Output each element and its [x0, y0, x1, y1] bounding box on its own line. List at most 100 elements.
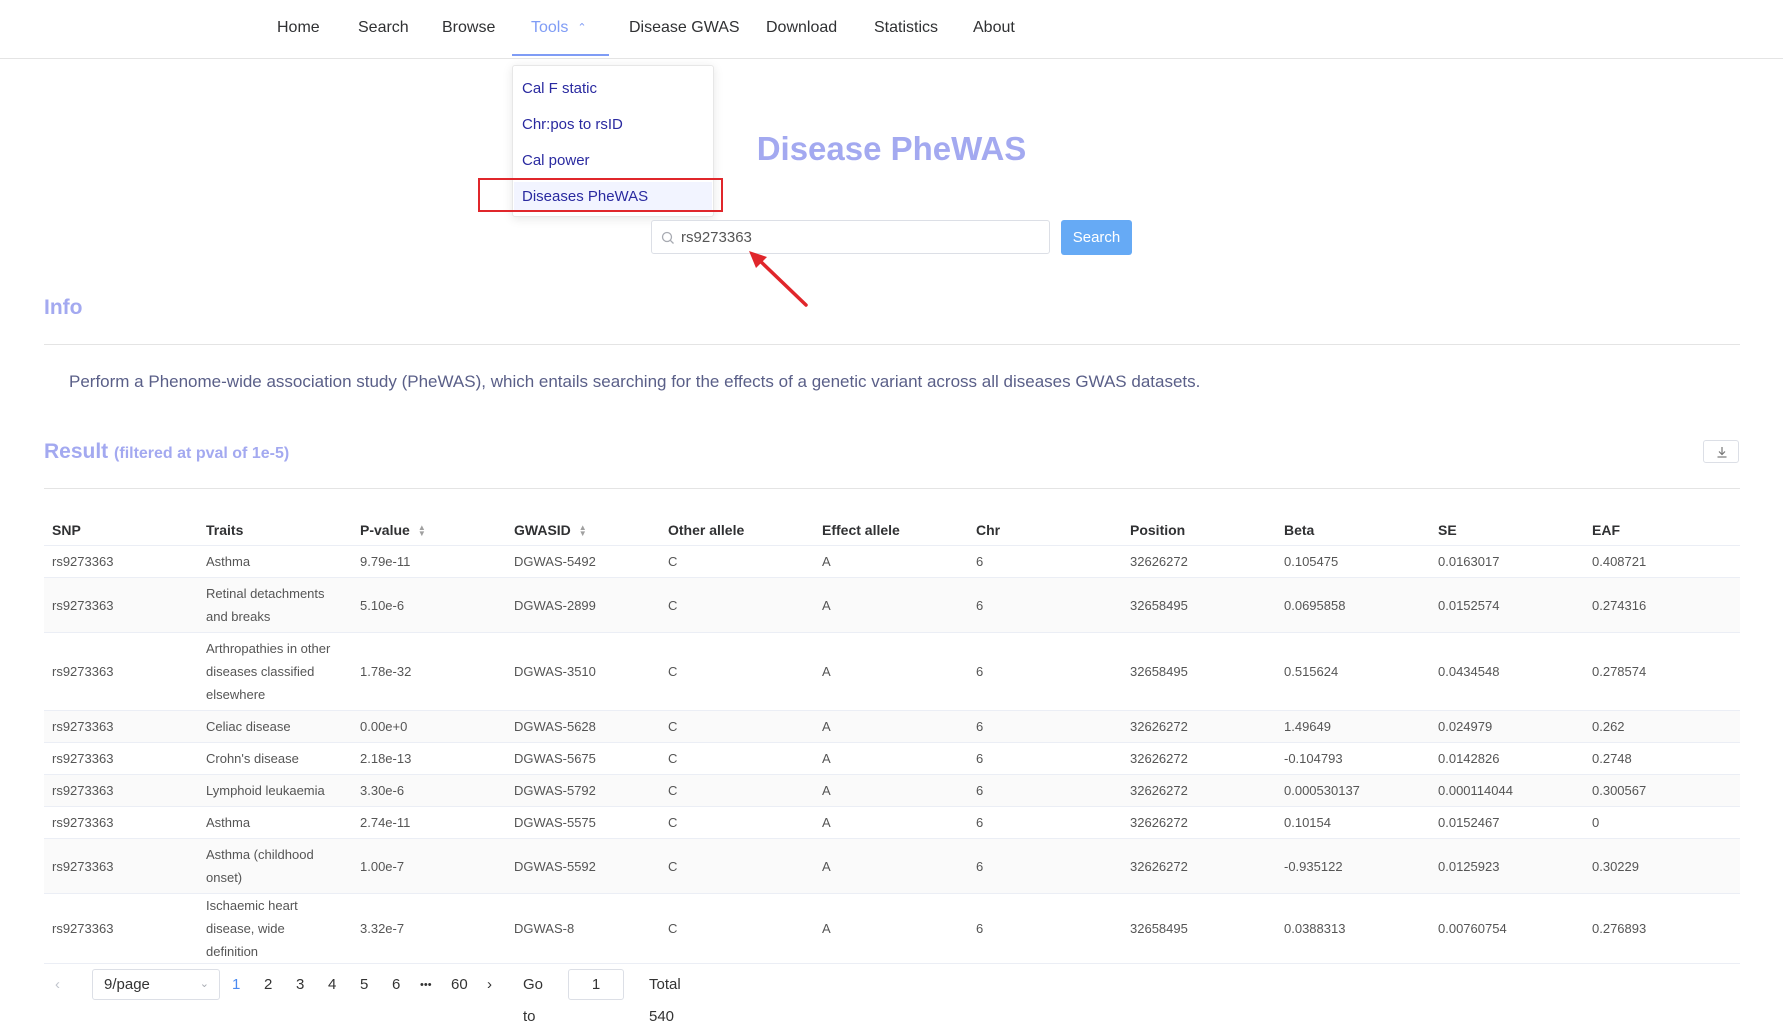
info-divider	[44, 344, 1740, 345]
table-cell: DGWAS-2899	[506, 577, 660, 633]
chevron-down-icon: ⌄	[199, 978, 209, 990]
result-heading: Result (filtered at pval of 1e-5)	[44, 440, 289, 464]
col-header-se: SE	[1430, 514, 1584, 546]
page-number[interactable]: 6	[392, 969, 400, 1001]
nav-tools[interactable]: Tools ⌃	[512, 0, 609, 56]
nav-browse[interactable]: Browse	[442, 0, 495, 58]
table-cell: Arthropathies in other diseases classifi…	[198, 632, 352, 711]
table-cell: DGWAS-5675	[506, 742, 660, 775]
table-cell: 32626272	[1122, 710, 1276, 743]
table-cell: 0.000530137	[1276, 774, 1430, 807]
table-cell: C	[660, 893, 814, 964]
nav-disease-gwas[interactable]: Disease GWAS	[629, 0, 740, 58]
table-cell: rs9273363	[44, 632, 198, 711]
next-page-icon[interactable]: ›	[487, 969, 492, 1001]
table-row: rs9273363 Asthma 2.74e-11 DGWAS-5575 C A 6 3262…	[44, 806, 1740, 839]
table-cell: DGWAS-5592	[506, 838, 660, 894]
table-cell: rs9273363	[44, 577, 198, 633]
table-cell: 0.0142826	[1430, 742, 1584, 775]
table-cell: 6	[968, 806, 1122, 839]
table-cell: 0.276893	[1584, 893, 1740, 964]
table-row: rs9273363 Asthma 9.79e-11 DGWAS-5492 C A 6 3262…	[44, 545, 1740, 578]
search-button[interactable]: Search	[1061, 220, 1132, 255]
search-input[interactable]	[681, 221, 1041, 253]
menu-item-cal-f-static[interactable]: Cal F static	[522, 80, 597, 97]
table-row: rs9273363 Lymphoid leukaemia 3.30e-6 DGWAS-…	[44, 774, 1740, 807]
table-cell: 3.30e-6	[352, 774, 506, 807]
table-cell: 0.0152574	[1430, 577, 1584, 633]
highlight-box-annotation	[478, 178, 723, 212]
page-number[interactable]: 4	[328, 969, 336, 1001]
nav-about[interactable]: About	[973, 0, 1015, 58]
table-cell: 0.0695858	[1276, 577, 1430, 633]
table-cell: 0.0125923	[1430, 838, 1584, 894]
nav-statistics[interactable]: Statistics	[874, 0, 938, 58]
nav-search[interactable]: Search	[358, 0, 409, 58]
table-cell: Asthma (childhood onset)	[198, 838, 352, 894]
table-cell: 0.00e+0	[352, 710, 506, 743]
goto-label: Go to	[523, 976, 544, 1025]
table-cell: 6	[968, 774, 1122, 807]
col-header-chr: Chr	[968, 514, 1122, 546]
table-cell: 6	[968, 632, 1122, 711]
page-number[interactable]: 60	[451, 969, 468, 1001]
col-header-pvalue[interactable]: P-value ▲ ▼	[352, 514, 506, 546]
table-cell: 0.0152467	[1430, 806, 1584, 839]
download-icon	[1717, 447, 1727, 458]
table-cell: 0.300567	[1584, 774, 1740, 807]
page-number[interactable]: 3	[296, 969, 304, 1001]
top-navbar: Home Search Browse Tools ⌃ Disease GWAS D…	[0, 0, 1783, 59]
page-number[interactable]: 5	[360, 969, 368, 1001]
table-cell: 3.32e-7	[352, 893, 506, 964]
results-table: SNP Traits P-value ▲ ▼ GWASID ▲ ▼ Other alle…	[44, 514, 1740, 964]
table-cell: 6	[968, 742, 1122, 775]
table-row: rs9273363 Celiac disease 0.00e+0 DGWAS-5628…	[44, 710, 1740, 743]
table-cell: A	[814, 632, 968, 711]
table-cell: 6	[968, 710, 1122, 743]
table-cell: 32626272	[1122, 774, 1276, 807]
table-cell: C	[660, 710, 814, 743]
table-cell: -0.935122	[1276, 838, 1430, 894]
table-cell: rs9273363	[44, 545, 198, 578]
chevron-up-icon: ⌃	[577, 22, 587, 34]
goto-page-input[interactable]: 1	[568, 969, 624, 1000]
table-cell: -0.104793	[1276, 742, 1430, 775]
table-cell: 0.515624	[1276, 632, 1430, 711]
nav-home[interactable]: Home	[277, 0, 320, 58]
page-number[interactable]: 2	[264, 969, 272, 1001]
page-number[interactable]: 1	[232, 969, 240, 1001]
table-cell: 32658495	[1122, 893, 1276, 964]
col-header-position: Position	[1122, 514, 1276, 546]
prev-page-icon[interactable]: ‹	[55, 969, 60, 1001]
table-cell: 0.000114044	[1430, 774, 1584, 807]
page-size-select[interactable]: 9/page ⌄	[92, 969, 220, 1000]
table-cell: 6	[968, 577, 1122, 633]
table-cell: C	[660, 774, 814, 807]
nav-tools-label: Tools	[531, 19, 569, 36]
result-filter-note: (filtered at pval of 1e-5)	[114, 445, 290, 462]
col-header-gwasid-label: GWASID	[514, 521, 571, 538]
nav-download[interactable]: Download	[766, 0, 837, 58]
table-cell: A	[814, 545, 968, 578]
table-cell: 6	[968, 545, 1122, 578]
table-cell: 0.30229	[1584, 838, 1740, 894]
result-divider	[44, 488, 1740, 489]
table-cell: Ischaemic heart disease, wide definition	[198, 893, 352, 964]
table-cell: Celiac disease	[198, 710, 352, 743]
col-header-gwasid[interactable]: GWASID ▲ ▼	[506, 514, 660, 546]
table-cell: 32658495	[1122, 577, 1276, 633]
table-cell: 0.0388313	[1276, 893, 1430, 964]
table-cell: C	[660, 632, 814, 711]
table-cell: 1.00e-7	[352, 838, 506, 894]
col-header-snp: SNP	[44, 514, 198, 546]
sort-icon[interactable]: ▲ ▼	[418, 523, 426, 537]
sort-icon[interactable]: ▲ ▼	[579, 523, 587, 537]
download-button[interactable]	[1703, 440, 1739, 463]
table-cell: DGWAS-8	[506, 893, 660, 964]
table-cell: DGWAS-5575	[506, 806, 660, 839]
page-ellipsis[interactable]: •••	[420, 969, 432, 1001]
table-cell: 0.2748	[1584, 742, 1740, 775]
table-cell: 2.74e-11	[352, 806, 506, 839]
table-cell: C	[660, 577, 814, 633]
table-cell: 2.18e-13	[352, 742, 506, 775]
